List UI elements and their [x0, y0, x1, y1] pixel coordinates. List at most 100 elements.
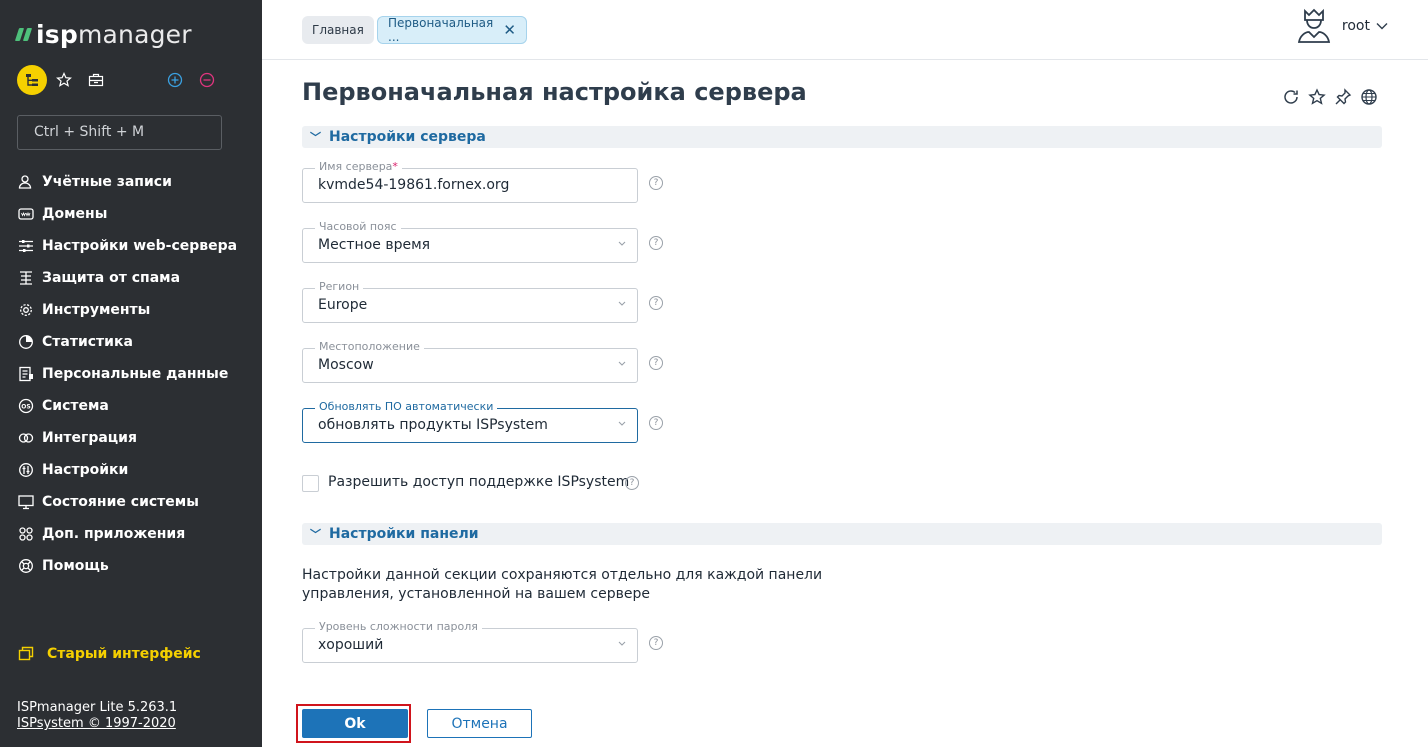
help-icon[interactable]: ? [649, 176, 663, 190]
server-name-label: Имя сервера* [315, 160, 402, 174]
logo-manager-text: manager [77, 20, 192, 49]
sidebar-item-label: Статистика [42, 334, 133, 350]
briefcase-icon[interactable] [87, 71, 105, 89]
chevron-down-icon [618, 241, 626, 246]
sidebar-item-integration[interactable]: Интеграция [17, 422, 257, 454]
server-name-label-text: Имя сервера [319, 160, 393, 173]
chevron-down-icon: ﹀ [310, 528, 321, 541]
sidebar-item-label: Интеграция [42, 430, 137, 446]
region-select[interactable]: Регион Europe [302, 280, 638, 323]
tree-icon [26, 74, 38, 86]
help-icon[interactable]: ? [649, 236, 663, 250]
sliders-icon [17, 237, 35, 255]
support-access-label[interactable]: Разрешить доступ поддержке ISPsystem [328, 474, 629, 490]
www-icon [17, 205, 35, 223]
section-server-title: Настройки сервера [329, 129, 486, 145]
sidebar-item-label: Защита от спама [42, 270, 181, 286]
integration-icon [17, 429, 35, 447]
favorites-star-icon[interactable] [55, 71, 73, 89]
help-icon[interactable]: ? [649, 356, 663, 370]
chevron-down-icon [1376, 22, 1388, 30]
old-interface-label: Старый интерфейс [47, 646, 201, 662]
password-level-select[interactable]: Уровень сложности пароля хороший [302, 620, 638, 663]
title-actions [1282, 88, 1378, 106]
sidebar-item-system[interactable]: OS Система [17, 390, 257, 422]
page-title: Первоначальная настройка сервера [302, 78, 807, 106]
pie-chart-icon [17, 333, 35, 351]
version-text: ISPmanager Lite 5.263.1 [17, 700, 178, 715]
auto-update-select[interactable]: Обновлять ПО автоматически обновлять про… [302, 400, 638, 443]
password-level-label: Уровень сложности пароля [315, 620, 482, 634]
sidebar-item-tools[interactable]: Инструменты [17, 294, 257, 326]
tab-home[interactable]: Главная [302, 16, 374, 44]
help-icon[interactable]: ? [649, 416, 663, 430]
copyright-link[interactable]: ISPsystem © 1997-2020 [17, 716, 177, 732]
tab-home-label: Главная [312, 23, 364, 37]
ok-button[interactable]: Ok [302, 709, 408, 738]
timezone-label: Часовой пояс [315, 220, 401, 234]
close-icon[interactable]: ✕ [503, 22, 516, 38]
help-icon[interactable]: ? [649, 296, 663, 310]
gear-icon [17, 301, 35, 319]
avatar [1297, 8, 1330, 43]
old-interface-link[interactable]: Старый интерфейс [17, 645, 201, 663]
chevron-down-icon [618, 361, 626, 366]
chevron-down-icon: ﹀ [310, 131, 321, 144]
server-name-field[interactable]: Имя сервера* kvmde54-19861.fornex.org [302, 160, 638, 203]
user-menu[interactable]: root [1296, 8, 1388, 44]
section-server-settings[interactable]: ﹀ Настройки сервера [302, 126, 1382, 148]
sidebar-item-settings[interactable]: Настройки [17, 454, 257, 486]
version-info: ISPmanager Lite 5.263.1 ISPsystem © 1997… [17, 700, 177, 732]
sidebar-item-personal-data[interactable]: Персональные данные [17, 358, 257, 390]
chevron-down-icon [618, 301, 626, 306]
sidebar-item-label: Доп. приложения [42, 526, 186, 542]
collapse-minus-icon[interactable] [198, 71, 216, 89]
region-label: Регион [315, 280, 364, 294]
sidebar-item-apps[interactable]: Доп. приложения [17, 518, 257, 550]
pin-icon[interactable] [1334, 88, 1352, 106]
location-value: Moscow [318, 357, 374, 373]
help-icon[interactable]: ? [625, 476, 639, 490]
location-select[interactable]: Местоположение Moscow [302, 340, 638, 383]
help-icon[interactable]: ? [649, 636, 663, 650]
sidebar-item-system-state[interactable]: Состояние системы [17, 486, 257, 518]
spam-shield-icon [17, 269, 35, 287]
favorite-star-icon[interactable] [1308, 88, 1326, 106]
sidebar-item-webserver[interactable]: Настройки web-сервера [17, 230, 257, 262]
cancel-button[interactable]: Отмена [427, 709, 532, 738]
location-label: Местоположение [315, 340, 424, 354]
help-buoy-icon [17, 557, 35, 575]
support-access-checkbox[interactable] [302, 475, 319, 492]
svg-text:OS: OS [21, 404, 30, 411]
server-name-value: kvmde54-19861.fornex.org [318, 177, 510, 193]
header: Главная Первоначальная ... ✕ root [262, 0, 1428, 60]
os-icon: OS [17, 397, 35, 415]
expand-plus-icon[interactable] [166, 71, 184, 89]
sidebar-item-domains[interactable]: Домены [17, 198, 257, 230]
section-panel-title: Настройки панели [329, 526, 479, 542]
globe-icon[interactable] [1360, 88, 1378, 106]
tab-initial-setup[interactable]: Первоначальная ... ✕ [377, 16, 527, 44]
section-panel-settings[interactable]: ﹀ Настройки панели [302, 523, 1382, 545]
logo[interactable]: isp manager [14, 20, 192, 49]
sidebar-item-label: Помощь [42, 558, 109, 574]
menu-tree-button[interactable] [17, 65, 47, 95]
sidebar-item-label: Настройки web-сервера [42, 238, 238, 254]
chevron-down-icon [618, 421, 626, 426]
sidebar-item-label: Учётные записи [42, 174, 172, 190]
password-level-value: хороший [318, 637, 384, 653]
sidebar-item-label: Настройки [42, 462, 129, 478]
tab-initial-setup-label: Первоначальная ... [388, 16, 494, 44]
sidebar-item-spam[interactable]: Защита от спама [17, 262, 257, 294]
sidebar-item-accounts[interactable]: Учётные записи [17, 166, 257, 198]
chevron-down-icon [618, 641, 626, 646]
sidebar-item-help[interactable]: Помощь [17, 550, 257, 582]
users-icon [17, 173, 35, 191]
monitor-icon [17, 493, 35, 511]
sidebar-item-statistics[interactable]: Статистика [17, 326, 257, 358]
refresh-icon[interactable] [1282, 88, 1300, 106]
menu-search-input[interactable]: Ctrl + Shift + M [17, 115, 222, 150]
timezone-select[interactable]: Часовой пояс Местное время [302, 220, 638, 263]
panel-note: Настройки данной секции сохраняются отде… [302, 567, 823, 602]
sidebar-item-label: Состояние системы [42, 494, 199, 510]
